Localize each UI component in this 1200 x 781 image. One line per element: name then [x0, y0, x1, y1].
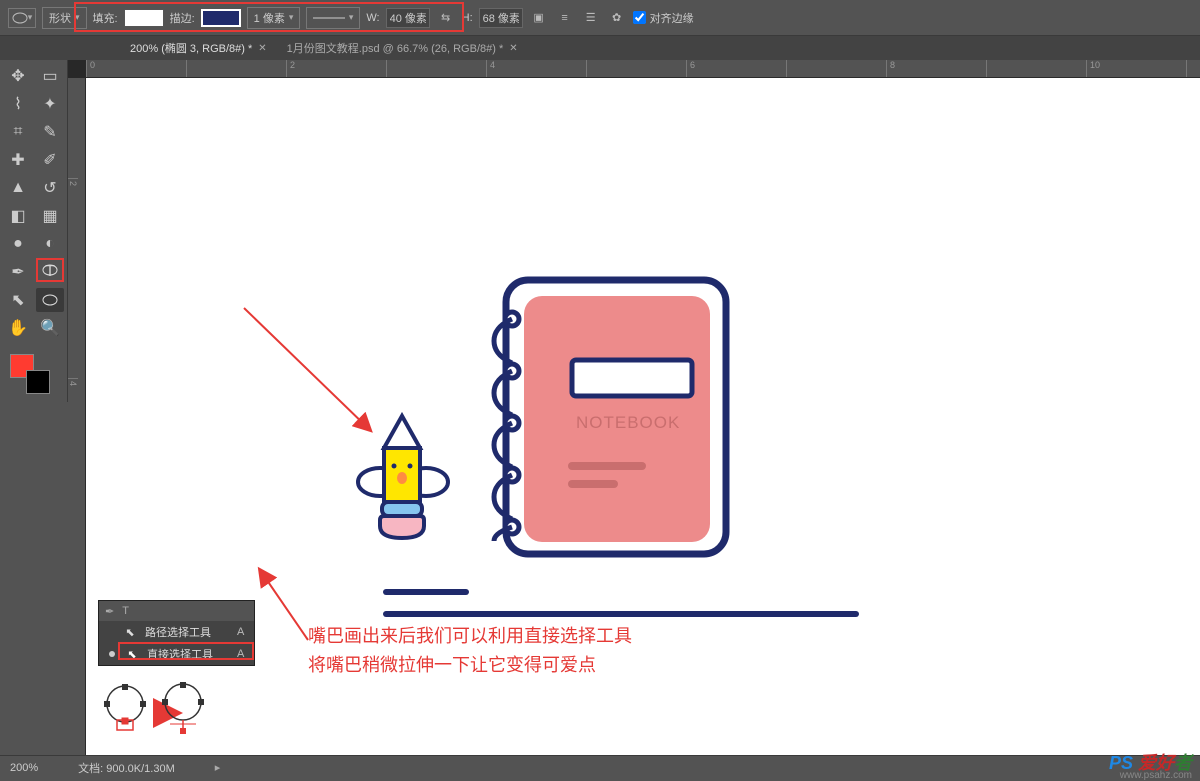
close-icon[interactable]: ✕ [258, 43, 266, 54]
selected-dot-icon [109, 651, 115, 657]
shortcut-key: A [221, 626, 244, 638]
marquee-tool[interactable]: ▭ [36, 64, 64, 88]
align-edges-input[interactable] [633, 11, 646, 24]
flyout-header: ✒T [99, 601, 254, 621]
height-input[interactable] [479, 8, 523, 28]
ruler-tick [786, 60, 886, 77]
chevron-down-icon: ▾ [289, 12, 294, 23]
watermark-url: www.psahz.com [1120, 770, 1192, 781]
magic-wand-tool[interactable]: ✦ [36, 92, 64, 116]
vertical-ruler[interactable]: 24 [68, 78, 86, 755]
stroke-width-value: 1 像素 [254, 10, 285, 26]
document-tabs: 200% (椭圆 3, RGB/8#) * ✕ 1月份图文教程.psd @ 66… [0, 36, 1200, 60]
tab-label: 1月份图文教程.psd @ 66.7% (26, RGB/8#) * [287, 40, 504, 56]
ruler-tick [586, 60, 686, 77]
height-label: H: [462, 12, 473, 24]
ruler-tick [386, 60, 486, 77]
eraser-tool[interactable]: ◧ [4, 204, 32, 228]
arrow-black-icon: ⬉ [123, 626, 137, 639]
arrow-white-icon: ⬉ [125, 648, 139, 661]
width-input[interactable] [386, 8, 430, 28]
path-align-icon[interactable]: ≡ [555, 8, 575, 28]
color-chips [4, 348, 64, 398]
ruler-tick [986, 60, 1086, 77]
tools-panel: ✥ ▭ ⌇ ✦ ⌗ ✎ ✚ ✐ ▲ ↺ ◧ ▦ ● ◐ ✒ T ⬉ ✋ 🔍 [0, 60, 68, 402]
ruler-tick: 6 [686, 60, 786, 77]
ruler-tick: 2 [68, 178, 78, 278]
ruler-tick [1186, 60, 1200, 77]
move-tool[interactable]: ✥ [4, 64, 32, 88]
fill-label: 填充: [93, 10, 118, 26]
chevron-down-icon: ▾ [28, 12, 33, 23]
chevron-down-icon: ▾ [75, 12, 80, 23]
tool-preset-icon[interactable]: ▾ [8, 8, 36, 28]
link-wh-icon[interactable]: ⇆ [436, 8, 456, 28]
options-bar: ▾ 形状 ▾ 填充: 描边: 1 像素 ▾ ▾ W: ⇆ H: ▣ ≡ ☰ ✿ … [0, 0, 1200, 36]
align-edges-checkbox[interactable]: 对齐边缘 [633, 10, 694, 26]
doc-info: 文档: 900.0K/1.30M [78, 760, 175, 776]
chevron-down-icon: ▾ [349, 12, 354, 23]
ellipse-tool-highlight [36, 258, 64, 282]
healing-tool[interactable]: ✚ [4, 148, 32, 172]
stroke-style-dropdown[interactable]: ▾ [306, 7, 360, 29]
flyout-item-path-select[interactable]: ⬉ 路径选择工具 A [99, 621, 254, 643]
horizontal-ruler[interactable]: 024681012 [86, 60, 1200, 78]
annotation-line: 将嘴巴稍微拉伸一下让它变得可爱点 [308, 651, 632, 680]
stroke-width-dropdown[interactable]: 1 像素 ▾ [247, 7, 301, 29]
zoom-level[interactable]: 200% [10, 762, 38, 774]
path-arrange-icon[interactable]: ☰ [581, 8, 601, 28]
notebook-text: NOTEBOOK [576, 413, 680, 432]
tab-inactive[interactable]: 1月份图文教程.psd @ 66.7% (26, RGB/8#) * ✕ [287, 40, 518, 56]
clone-stamp-tool[interactable]: ▲ [4, 176, 32, 200]
flyout-label: 路径选择工具 [145, 624, 211, 640]
path-select-tool[interactable]: ⬉ [4, 288, 32, 312]
crop-tool[interactable]: ⌗ [4, 120, 32, 144]
flyout-label: 直接选择工具 [147, 646, 213, 662]
hand-tool[interactable]: ✋ [4, 316, 32, 340]
annotation-text: 嘴巴画出来后我们可以利用直接选择工具 将嘴巴稍微拉伸一下让它变得可爱点 [308, 622, 632, 680]
selection-tool-flyout: ✒T ⬉ 路径选择工具 A ⬉ 直接选择工具 A [98, 600, 255, 666]
pen-icon: ✒ [105, 605, 114, 618]
ruler-tick: 4 [486, 60, 586, 77]
brush-tool[interactable]: ✐ [36, 148, 64, 172]
ruler-tick: 0 [86, 60, 186, 77]
fill-swatch[interactable] [124, 9, 164, 27]
line-icon [313, 17, 344, 19]
shortcut-key: A [221, 648, 244, 660]
lasso-tool[interactable]: ⌇ [4, 92, 32, 116]
shape-mode-dropdown[interactable]: 形状 ▾ [42, 7, 87, 29]
ruler-tick: 8 [886, 60, 986, 77]
ruler-tick: 4 [68, 378, 78, 478]
eyedropper-tool[interactable]: ✎ [36, 120, 64, 144]
anchor-point-demo [100, 680, 208, 734]
path-combine-icon[interactable]: ▣ [529, 8, 549, 28]
ellipse-icon [12, 12, 28, 24]
close-icon[interactable]: ✕ [509, 43, 517, 54]
stroke-swatch[interactable] [201, 9, 241, 27]
flyout-item-direct-select[interactable]: ⬉ 直接选择工具 A [99, 643, 254, 665]
pen-tool[interactable]: ✒ [4, 260, 32, 284]
settings-icon[interactable]: ✿ [607, 8, 627, 28]
tab-active[interactable]: 200% (椭圆 3, RGB/8#) * ✕ [130, 40, 267, 56]
ruler-tick [186, 60, 286, 77]
gradient-tool[interactable]: ▦ [36, 204, 64, 228]
status-bar: 200% 文档: 900.0K/1.30M ▸ [0, 755, 1200, 779]
annotation-line: 嘴巴画出来后我们可以利用直接选择工具 [308, 622, 632, 651]
stroke-label: 描边: [170, 10, 195, 26]
tab-label: 200% (椭圆 3, RGB/8#) * [130, 40, 252, 56]
dodge-tool[interactable]: ◐ [36, 232, 64, 256]
shape-mode-label: 形状 [49, 10, 71, 26]
ruler-tick: 2 [286, 60, 386, 77]
blur-tool[interactable]: ● [4, 232, 32, 256]
zoom-tool[interactable]: 🔍 [36, 316, 64, 340]
ruler-tick: 10 [1086, 60, 1186, 77]
shape-tool[interactable] [36, 288, 64, 312]
background-color[interactable] [26, 370, 50, 394]
width-label: W: [366, 12, 379, 24]
history-brush-tool[interactable]: ↺ [36, 176, 64, 200]
status-arrow-icon[interactable]: ▸ [215, 761, 221, 774]
align-edges-label: 对齐边缘 [650, 10, 694, 26]
